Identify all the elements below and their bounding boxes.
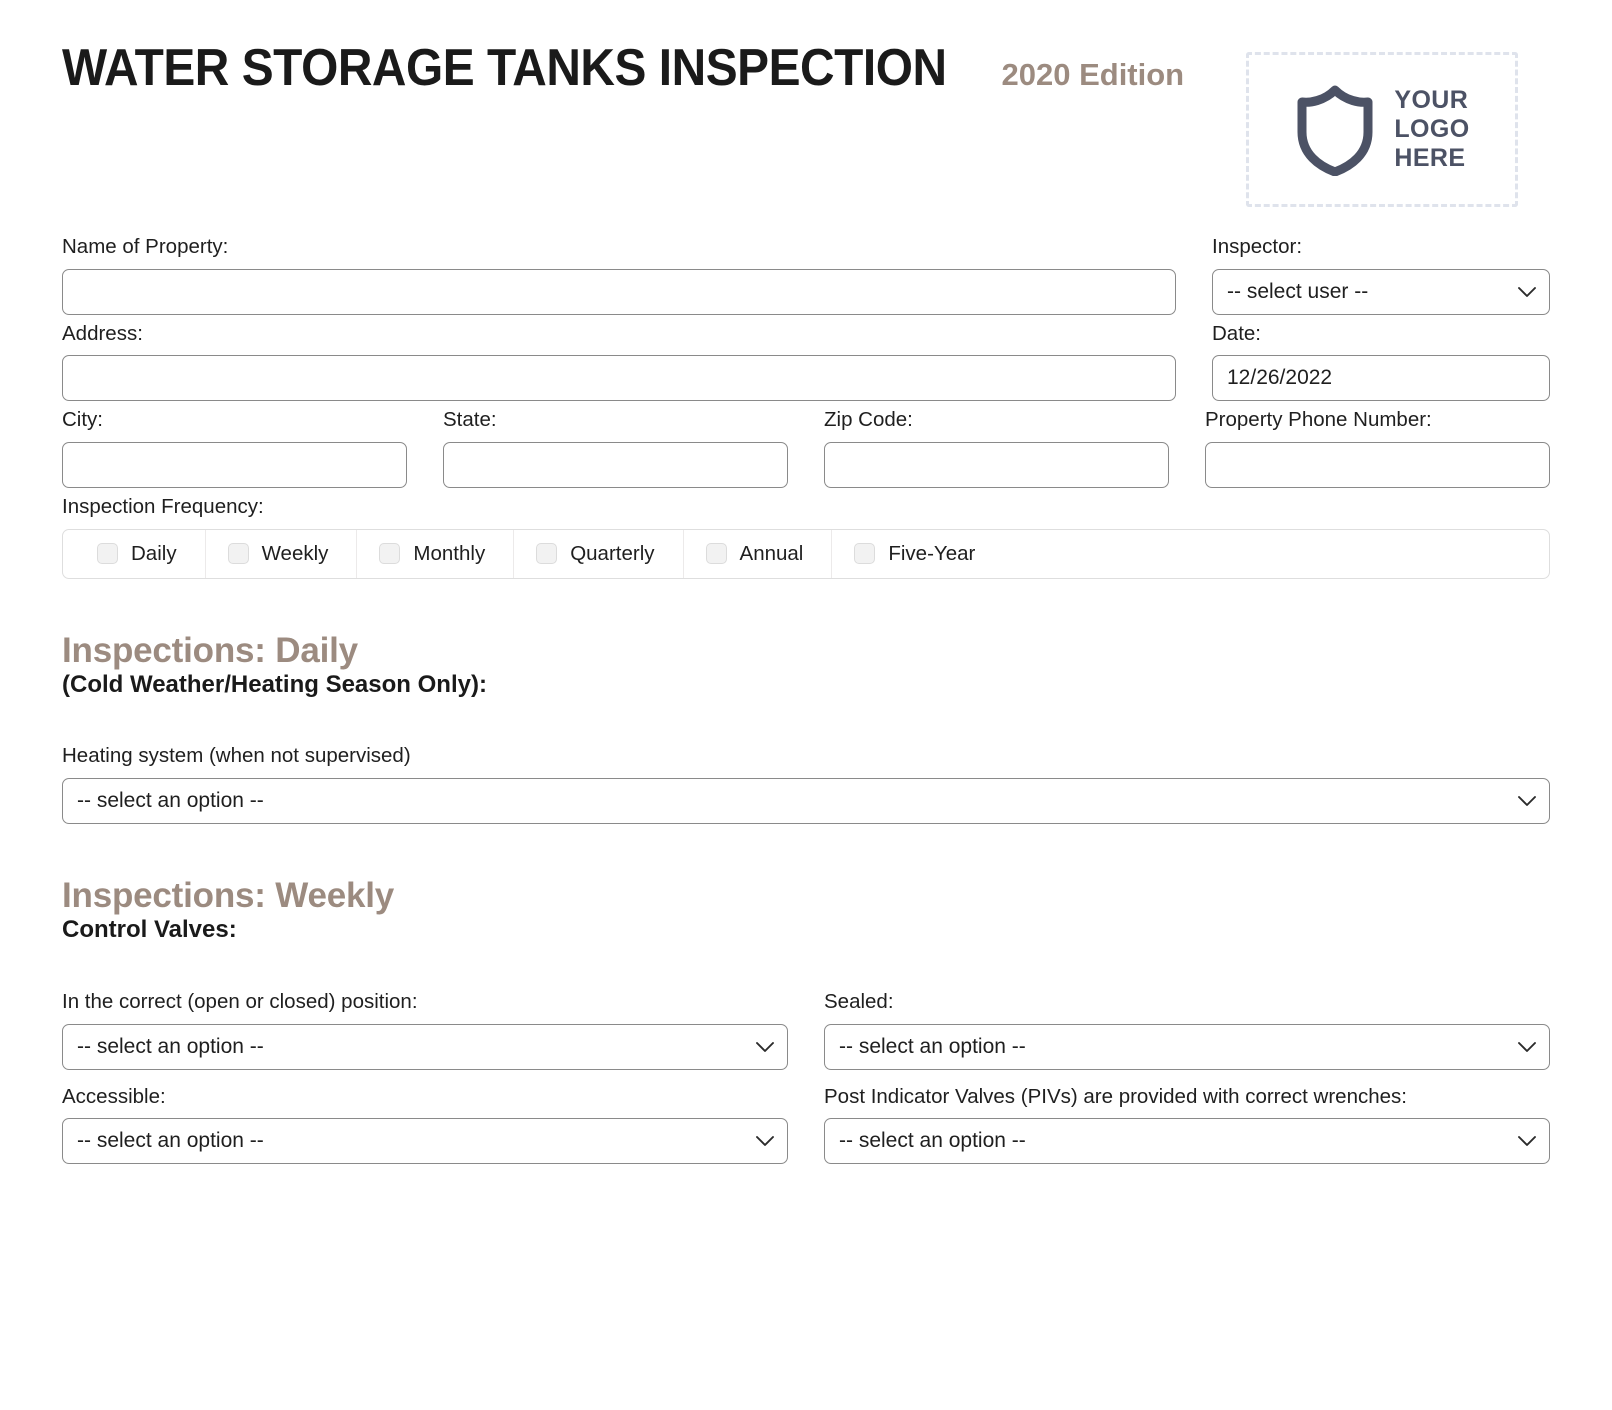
correct-position-select-value: -- select an option -- (77, 1034, 264, 1058)
row-city-state-zip-phone: City: State: Zip Code: Property Phone Nu… (62, 407, 1550, 488)
page-header: WATER STORAGE TANKS INSPECTION 2020 Edit… (62, 34, 1550, 234)
piv-wrenches-select[interactable]: -- select an option -- (824, 1118, 1550, 1165)
label-inspector: Inspector: (1212, 235, 1303, 258)
title-block: WATER STORAGE TANKS INSPECTION 2020 Edit… (62, 34, 1184, 94)
checkbox-five-year[interactable] (854, 543, 876, 564)
chevron-down-icon (1518, 1136, 1536, 1147)
field-city: City: (62, 407, 407, 488)
label-piv-wrenches: Post Indicator Valves (PIVs) are provide… (824, 1084, 1407, 1108)
property-phone-number-input[interactable] (1205, 441, 1550, 488)
section-inspections-weekly: Inspections: Weekly Control Valves: In t… (62, 876, 1550, 1165)
sealed-select[interactable]: -- select an option -- (824, 1023, 1550, 1070)
inspector-select-value: -- select user -- (1227, 279, 1369, 303)
checkbox-monthly[interactable] (379, 543, 401, 564)
label-name-of-property: Name of Property: (62, 235, 229, 258)
row-address-date: Address: Date: (62, 321, 1550, 402)
section-inspections-daily: Inspections: Daily (Cold Weather/Heating… (62, 631, 1550, 825)
accessible-select[interactable]: -- select an option -- (62, 1118, 788, 1165)
label-sealed: Sealed: (824, 990, 894, 1014)
frequency-label-annual: Annual (739, 541, 804, 565)
state-input[interactable] (443, 441, 788, 488)
field-piv-wrenches: Post Indicator Valves (PIVs) are provide… (824, 1084, 1550, 1165)
checkbox-quarterly[interactable] (536, 543, 558, 564)
field-state: State: (443, 407, 788, 488)
field-inspection-frequency: Inspection Frequency: Daily Weekly Month… (62, 494, 1550, 579)
label-heating-system: Heating system (when not supervised) (62, 744, 411, 768)
checkbox-daily[interactable] (97, 543, 118, 564)
field-inspector: Inspector: -- select user -- (1212, 234, 1550, 315)
chevron-down-icon (756, 1041, 774, 1052)
field-sealed: Sealed: -- select an option -- (824, 989, 1550, 1070)
date-input[interactable] (1212, 355, 1550, 402)
frequency-label-monthly: Monthly (413, 541, 486, 565)
frequency-option-annual[interactable]: Annual (682, 529, 832, 578)
shield-icon (1297, 85, 1373, 176)
chevron-down-icon (1518, 796, 1536, 807)
frequency-label-daily: Daily (131, 541, 177, 565)
logo-text: YOUR LOGO HERE (1394, 86, 1469, 173)
logo-line-3: HERE (1394, 144, 1466, 172)
frequency-option-daily[interactable]: Daily (63, 530, 205, 578)
label-accessible: Accessible: (62, 1084, 166, 1108)
chevron-down-icon (1518, 1041, 1536, 1052)
label-date: Date: (1212, 321, 1261, 345)
frequency-option-weekly[interactable]: Weekly (204, 529, 357, 578)
name-of-property-input[interactable] (62, 268, 1176, 315)
weekly-question-row-1: In the correct (open or closed) position… (62, 989, 1550, 1070)
checkbox-annual[interactable] (705, 543, 727, 564)
city-input[interactable] (62, 441, 407, 488)
accessible-select-value: -- select an option -- (77, 1129, 264, 1153)
label-correct-position: In the correct (open or closed) position… (62, 990, 418, 1014)
weekly-question-row-2: Accessible: -- select an option -- Post … (62, 1084, 1550, 1165)
chevron-down-icon (1518, 286, 1536, 297)
field-address: Address: (62, 321, 1176, 402)
zip-code-input[interactable] (824, 441, 1169, 488)
section-title-weekly: Inspections: Weekly (62, 876, 395, 916)
label-address: Address: (62, 321, 143, 345)
frequency-option-five-year[interactable]: Five-Year (831, 529, 1003, 578)
section-subtitle-weekly: Control Valves: (62, 916, 237, 944)
row-inspection-frequency: Inspection Frequency: Daily Weekly Month… (62, 494, 1550, 579)
field-zip-code: Zip Code: (824, 407, 1169, 488)
logo-line-2: LOGO (1394, 115, 1470, 143)
heating-system-select-value: -- select an option -- (77, 789, 264, 813)
logo-line-1: YOUR (1394, 86, 1469, 114)
field-accessible: Accessible: -- select an option -- (62, 1084, 788, 1165)
inspector-select[interactable]: -- select user -- (1212, 268, 1550, 315)
address-input[interactable] (62, 355, 1176, 402)
piv-wrenches-select-value: -- select an option -- (839, 1129, 1026, 1153)
field-correct-position: In the correct (open or closed) position… (62, 989, 788, 1070)
section-body-weekly: In the correct (open or closed) position… (62, 989, 1550, 1165)
checkbox-weekly[interactable] (227, 543, 249, 564)
label-zip-code: Zip Code: (824, 408, 913, 432)
frequency-option-monthly[interactable]: Monthly (356, 529, 513, 578)
inspection-form-page: WATER STORAGE TANKS INSPECTION 2020 Edit… (0, 0, 1612, 1165)
frequency-label-weekly: Weekly (261, 541, 329, 565)
inspection-frequency-group: Daily Weekly Monthly Quarterly Annual Fi… (62, 528, 1550, 579)
frequency-label-quarterly: Quarterly (570, 541, 655, 565)
section-body-daily: Heating system (when not supervised) -- … (62, 743, 1550, 825)
frequency-label-five-year: Five-Year (888, 541, 976, 565)
field-name-of-property: Name of Property: (62, 234, 1176, 315)
page-title: WATER STORAGE TANKS INSPECTION (62, 39, 947, 97)
label-state: State: (443, 408, 497, 432)
heating-system-select[interactable]: -- select an option -- (62, 778, 1550, 825)
field-date: Date: (1212, 321, 1550, 402)
row-property-inspector: Name of Property: Inspector: -- select u… (62, 234, 1550, 315)
frequency-option-quarterly[interactable]: Quarterly (513, 529, 682, 578)
section-title-daily: Inspections: Daily (62, 630, 358, 670)
label-property-phone-number: Property Phone Number: (1205, 408, 1432, 432)
sealed-select-value: -- select an option -- (839, 1034, 1026, 1058)
edition-label: 2020 Edition (1001, 57, 1185, 92)
chevron-down-icon (756, 1136, 774, 1147)
correct-position-select[interactable]: -- select an option -- (62, 1023, 788, 1070)
label-city: City: (62, 408, 103, 432)
label-inspection-frequency: Inspection Frequency: (62, 494, 264, 518)
field-property-phone-number: Property Phone Number: (1205, 407, 1550, 488)
section-subtitle-daily: (Cold Weather/Heating Season Only): (62, 670, 487, 698)
field-heating-system: Heating system (when not supervised) -- … (62, 743, 1550, 825)
logo-placeholder: YOUR LOGO HERE (1246, 52, 1518, 207)
